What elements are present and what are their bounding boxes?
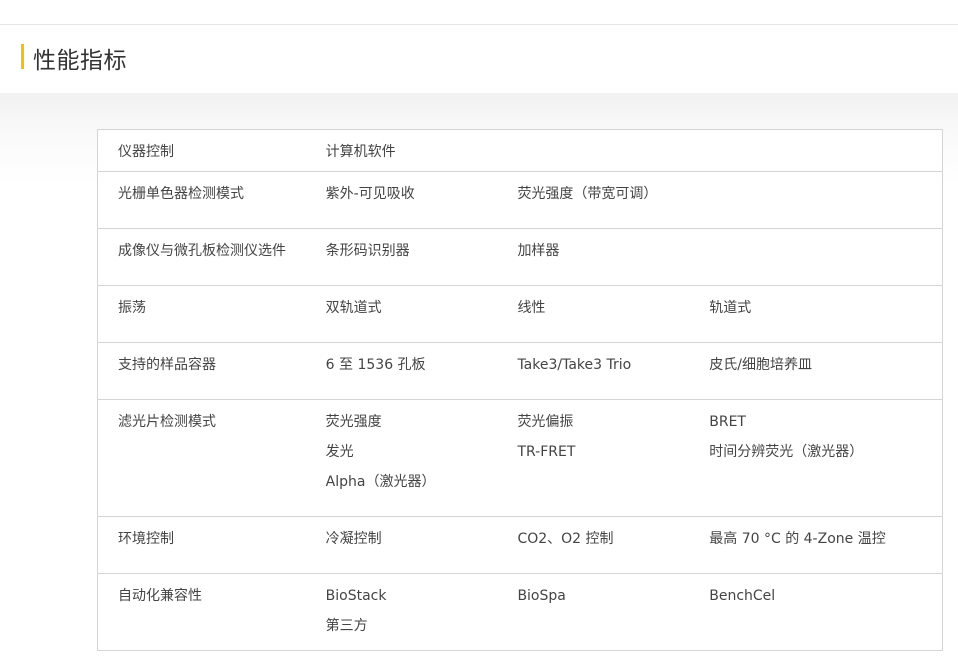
spec-table: 仪器控制 计算机软件光栅单色器检测模式 紫外-可见吸收 荧光强度（带宽可调） 成像仪与微… (97, 129, 943, 651)
row-label: 振荡 (118, 300, 146, 316)
cell-value: 双轨道式 (325, 300, 382, 316)
row-label-cell: 仪器控制 (98, 130, 326, 172)
value-cell: 冷凝控制 (325, 516, 518, 574)
row-label: 成像仪与微孔板检测仪选件 (118, 243, 286, 259)
value-cell (709, 130, 942, 172)
cell-value: CO2、O2 控制 (517, 531, 614, 547)
table-row: 光栅单色器检测模式 紫外-可见吸收 荧光强度（带宽可调） (97, 171, 943, 229)
value-cell (517, 130, 709, 172)
row-label-cell: 自动化兼容性 (97, 573, 326, 651)
row-label-cell: 振荡 (97, 285, 326, 343)
value-cell: 计算机软件 (326, 130, 518, 172)
table-row: 滤光片检测模式 荧光强度发光 Alpha（激光器） 荧光偏振 TR-FRET BRET 时间… (97, 399, 943, 517)
row-label: 仪器控制 (118, 144, 174, 160)
value-cell: BenchCel (709, 573, 943, 651)
value-cell: BRET 时间分辨荧光（激光器） (709, 399, 943, 517)
value-cell: 加样器 (517, 228, 710, 286)
row-label-cell: 成像仪与微孔板检测仪选件 (97, 228, 326, 286)
cell-value: 冷凝控制 (325, 531, 382, 547)
cell-value: 荧光强度 (325, 414, 382, 430)
table-row: 振荡 双轨道式 线性 轨道式 (97, 285, 943, 343)
cell-value: Alpha（激光器） (325, 474, 436, 490)
table-row: 仪器控制 计算机软件 (98, 130, 943, 172)
value-cell (709, 228, 943, 286)
cell-value: 皮氏/细胞培养皿 (709, 357, 812, 373)
table-row: 支持的样品容器 6 至 1536 孔板 Take3/Take3 Trio 皮氏/细胞培… (97, 342, 943, 400)
row-label-cell: 滤光片检测模式 (97, 399, 326, 517)
cell-value: 线性 (517, 300, 546, 316)
value-cell: 线性 (517, 285, 710, 343)
cell-value: 6 至 1536 孔板 (325, 357, 426, 373)
value-cell: 条形码识别器 (325, 228, 518, 286)
section-header: 性能指标 (0, 25, 958, 93)
section-title: 性能指标 (33, 48, 127, 74)
value-cell (709, 171, 943, 229)
value-cell: Take3/Take3 Trio (517, 342, 710, 400)
value-cell: 荧光强度（带宽可调） (517, 171, 710, 229)
cell-value: 加样器 (517, 243, 560, 259)
row-label: 支持的样品容器 (118, 357, 216, 373)
value-cell: 6 至 1536 孔板 (325, 342, 518, 400)
cell-value: 荧光强度（带宽可调） (517, 186, 658, 202)
row-label: 光栅单色器检测模式 (118, 186, 244, 202)
cell-value: 紫外-可见吸收 (325, 186, 415, 202)
row-label-cell: 环境控制 (97, 516, 326, 574)
row-label-cell: 支持的样品容器 (97, 342, 326, 400)
table-row: 自动化兼容性 BioStack 第三方 BioSpa BenchCel (97, 573, 943, 651)
value-cell: 轨道式 (709, 285, 943, 343)
cell-value: 时间分辨荧光（激光器） (709, 444, 864, 460)
row-label: 环境控制 (118, 531, 174, 547)
cell-value: BioSpa (517, 588, 566, 604)
cell-value: 轨道式 (709, 300, 752, 316)
table-row: 成像仪与微孔板检测仪选件 条形码识别器 加样器 (97, 228, 943, 286)
row-label-cell: 光栅单色器检测模式 (97, 171, 326, 229)
value-cell: 紫外-可见吸收 (325, 171, 518, 229)
value-cell: 皮氏/细胞培养皿 (709, 342, 943, 400)
cell-value: BioStack (325, 588, 387, 604)
value-cell: 荧光偏振 TR-FRET (517, 399, 710, 517)
value-cell: 最高 70 °C 的 4-Zone 温控 (709, 516, 943, 574)
cell-value: 计算机软件 (325, 144, 396, 160)
cell-value: 发光 (325, 444, 354, 460)
value-cell: BioSpa (517, 573, 710, 651)
row-label: 自动化兼容性 (118, 588, 202, 604)
cell-value: BRET (709, 414, 746, 430)
cell-value: 条形码识别器 (325, 243, 410, 259)
table-row: 环境控制 冷凝控制 CO2、O2 控制 最高 70 °C 的 4-Zone 温控 (97, 516, 943, 574)
cell-value: BenchCel (709, 588, 776, 604)
title-accent-bar (21, 44, 24, 69)
row-label: 滤光片检测模式 (118, 414, 216, 430)
cell-value: 荧光偏振 (517, 414, 574, 430)
value-cell: BioStack 第三方 (325, 573, 518, 651)
cell-value: 第三方 (325, 618, 368, 634)
value-cell: CO2、O2 控制 (517, 516, 710, 574)
cell-value: Take3/Take3 Trio (517, 357, 632, 373)
value-cell: 荧光强度发光 Alpha（激光器） (325, 399, 518, 517)
cell-value: 最高 70 °C 的 4-Zone 温控 (709, 531, 886, 547)
value-cell: 双轨道式 (325, 285, 518, 343)
cell-value: TR-FRET (517, 444, 576, 460)
